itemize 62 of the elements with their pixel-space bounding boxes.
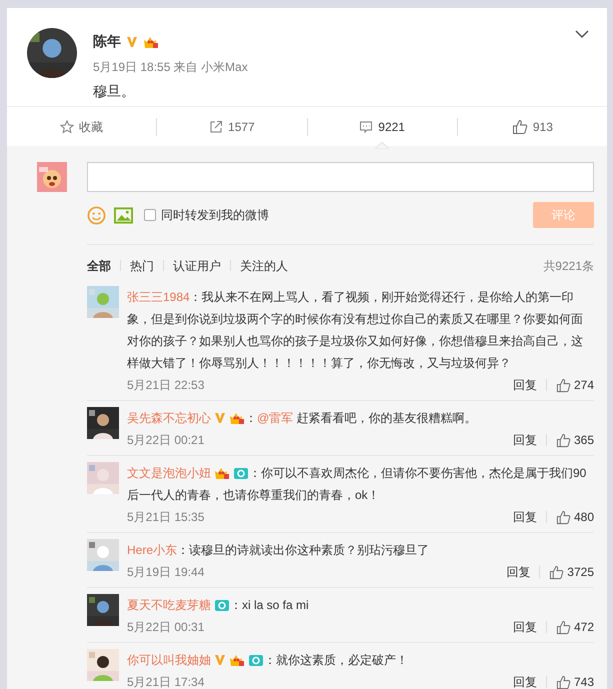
comment-text: 吴先森不忘初心 ：@雷军 赶紧看看吧，你的基友很糟糕啊。 bbox=[127, 410, 478, 427]
thumbs-up-icon bbox=[556, 432, 571, 448]
crown-icon bbox=[214, 466, 230, 480]
post-meta: 5月19日 18:55 来自 小米Max bbox=[93, 59, 248, 76]
filter-tab[interactable]: 认证用户 bbox=[173, 256, 221, 274]
like-button[interactable]: 274 bbox=[556, 376, 594, 394]
action-button[interactable]: 9221 bbox=[359, 118, 405, 136]
share-icon bbox=[209, 120, 224, 134]
camera-icon bbox=[248, 652, 264, 667]
comment-text: 夏天不吃麦芽糖 ：xi la so fa mi bbox=[127, 596, 310, 614]
comment-text: 张三三1984：我从来不在网上骂人，看了视频，刚开始觉得还行，是你给人的第一印象，但是到你说到垃圾两个字的时候你有没有想过你自己的素质又在哪里？你要如何面对你的孩子？如果别人也骂你的孩子是垃圾你又如何好像，你想借穆旦来抬高自己，这样做大错了！你辱骂别人！！！！！！算了，你无悔改，又与垃圾何异？ bbox=[127, 289, 584, 372]
thumbs-up-icon bbox=[556, 620, 571, 634]
action-button[interactable]: 收藏 bbox=[60, 118, 104, 136]
camera-icon bbox=[233, 466, 249, 480]
like-button[interactable]: 365 bbox=[556, 431, 594, 449]
comment-time: 5月22日 00:31 bbox=[127, 619, 204, 636]
thumbs-up-icon bbox=[549, 564, 564, 580]
like-button[interactable]: 743 bbox=[556, 673, 594, 689]
like-button[interactable]: 472 bbox=[556, 618, 594, 636]
like-button[interactable]: 480 bbox=[556, 508, 594, 526]
reply-link[interactable]: 回复 bbox=[512, 431, 537, 449]
action-button[interactable]: 913 bbox=[512, 118, 553, 136]
like-button[interactable]: 3725 bbox=[549, 563, 594, 581]
crown-icon bbox=[229, 410, 245, 425]
comment-time: 5月22日 00:21 bbox=[127, 432, 204, 449]
reply-link[interactable]: 回复 bbox=[512, 508, 537, 526]
action-button[interactable]: 1577 bbox=[209, 118, 255, 136]
reply-link[interactable]: 回复 bbox=[512, 673, 537, 689]
comment-time: 5月21日 15:35 bbox=[127, 509, 204, 526]
comment-icon bbox=[359, 120, 374, 134]
verified-icon bbox=[214, 654, 226, 666]
post-text: 穆旦。 bbox=[93, 82, 136, 101]
chevron-down-icon[interactable] bbox=[575, 30, 589, 39]
filter-tab[interactable]: 全部 bbox=[87, 256, 111, 274]
smiley-icon[interactable] bbox=[87, 206, 106, 224]
thumbs-up-icon bbox=[512, 118, 528, 134]
repost-checkbox[interactable] bbox=[144, 209, 156, 221]
repost-label: 同时转发到我的微博 bbox=[161, 207, 269, 224]
comment-text: Here小东：读穆旦的诗就读出你这种素质？别玷污穆旦了 bbox=[127, 542, 430, 559]
thumbs-up-icon bbox=[556, 510, 571, 524]
filter-tab[interactable]: 热门 bbox=[130, 256, 154, 274]
author-name[interactable]: 陈年 bbox=[93, 31, 121, 52]
verified-icon bbox=[214, 412, 226, 424]
reply-link[interactable]: 回复 bbox=[512, 376, 537, 394]
reply-link[interactable]: 回复 bbox=[506, 563, 530, 581]
comment-time: 5月21日 17:34 bbox=[127, 674, 204, 689]
crown-icon bbox=[143, 34, 159, 48]
comment-time: 5月21日 22:53 bbox=[127, 377, 204, 394]
filter-tab[interactable]: 关注的人 bbox=[240, 256, 288, 274]
comment-input[interactable] bbox=[87, 162, 594, 192]
comment-time: 5月19日 19:44 bbox=[127, 564, 204, 581]
comment-text: 文文是泡泡小妞 ：你可以不喜欢周杰伦，但请你不要伤害他，杰伦是属于我们90后一代人的青春，也请你尊重我们的青春，ok！ bbox=[127, 464, 588, 504]
star-icon bbox=[60, 120, 74, 134]
thumbs-up-icon bbox=[556, 378, 571, 392]
verified-icon bbox=[126, 36, 138, 48]
image-icon[interactable] bbox=[114, 206, 133, 224]
comment-text: 你可以叫我妯妯 ：就你这素质，必定破产！ bbox=[127, 652, 409, 669]
reply-link[interactable]: 回复 bbox=[512, 618, 537, 636]
camera-icon bbox=[214, 598, 230, 612]
comment-total: 共9221条 bbox=[543, 258, 594, 274]
thumbs-up-icon bbox=[556, 674, 571, 689]
crown-icon bbox=[229, 652, 245, 667]
